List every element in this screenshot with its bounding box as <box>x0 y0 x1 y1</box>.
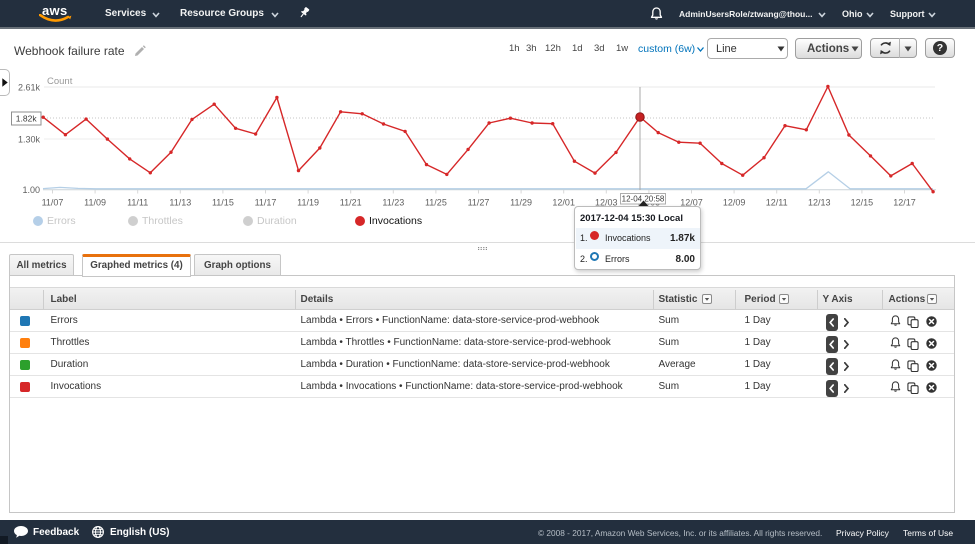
svg-text:12/01: 12/01 <box>552 198 575 208</box>
svg-text:1.30k: 1.30k <box>18 135 41 145</box>
svg-text:12/11: 12/11 <box>766 198 788 208</box>
svg-text:11/07: 11/07 <box>42 198 64 208</box>
svg-text:11/11: 11/11 <box>127 198 148 208</box>
svg-text:11/25: 11/25 <box>425 198 447 208</box>
svg-text:12/09: 12/09 <box>723 198 746 208</box>
svg-text:2.61k: 2.61k <box>18 83 41 93</box>
svg-text:11/21: 11/21 <box>340 198 362 208</box>
svg-text:1.82k: 1.82k <box>16 114 38 124</box>
svg-text:1.00: 1.00 <box>22 185 40 195</box>
svg-text:11/29: 11/29 <box>510 198 532 208</box>
svg-text:11/23: 11/23 <box>382 198 404 208</box>
svg-text:12/15: 12/15 <box>851 198 874 208</box>
svg-text:11/13: 11/13 <box>169 198 191 208</box>
svg-text:12/17: 12/17 <box>893 198 916 208</box>
svg-text:11/17: 11/17 <box>255 198 277 208</box>
svg-text:11/15: 11/15 <box>212 198 234 208</box>
svg-text:11/27: 11/27 <box>468 198 490 208</box>
svg-text:11/19: 11/19 <box>297 198 319 208</box>
svg-text:Count: Count <box>47 76 73 87</box>
svg-text:11/09: 11/09 <box>84 198 106 208</box>
svg-text:12/13: 12/13 <box>808 198 831 208</box>
